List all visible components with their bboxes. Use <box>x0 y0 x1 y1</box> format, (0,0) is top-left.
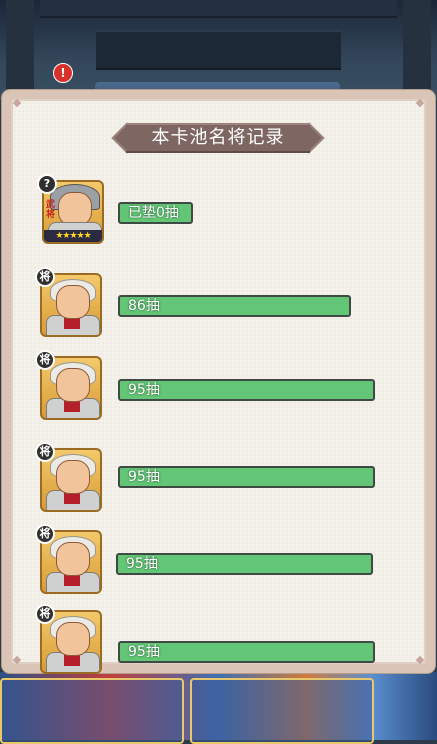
general-badge-icon: 将 <box>35 442 55 462</box>
background-poster-left <box>0 678 184 744</box>
general-face <box>56 285 90 319</box>
background-beam <box>40 0 397 18</box>
general-badge-icon: 将 <box>35 524 55 544</box>
pity-progress-bar: 95抽 <box>118 466 375 488</box>
pity-progress-bar: 95抽 <box>116 553 373 575</box>
panel-title-plate: 本卡池名将记录 <box>111 122 325 154</box>
unknown-badge-icon: ? <box>37 174 57 194</box>
background-pillar-left <box>6 0 34 100</box>
general-badge-icon: 将 <box>35 350 55 370</box>
general-face <box>56 368 90 402</box>
general-face <box>58 192 92 226</box>
rarity-tag: 武将 <box>46 200 56 220</box>
notice-badge-icon[interactable]: ! <box>53 63 73 83</box>
general-badge-icon: 将 <box>35 604 55 624</box>
pity-progress-bar: 95抽 <box>118 379 375 401</box>
general-badge-icon: 将 <box>35 267 55 287</box>
pity-progress-bar: 86抽 <box>118 295 351 317</box>
general-face <box>56 542 90 576</box>
background-pillar-right <box>403 0 431 100</box>
pity-progress-bar: 95抽 <box>118 641 375 663</box>
star-rating-icon: ★★★★★ <box>44 230 102 242</box>
background-sign <box>96 30 341 70</box>
pity-progress-bar: 已垫0抽 <box>118 202 193 224</box>
general-face <box>56 622 90 656</box>
background-poster-right <box>190 678 374 744</box>
general-face <box>56 460 90 494</box>
panel-title: 本卡池名将记录 <box>151 127 285 148</box>
